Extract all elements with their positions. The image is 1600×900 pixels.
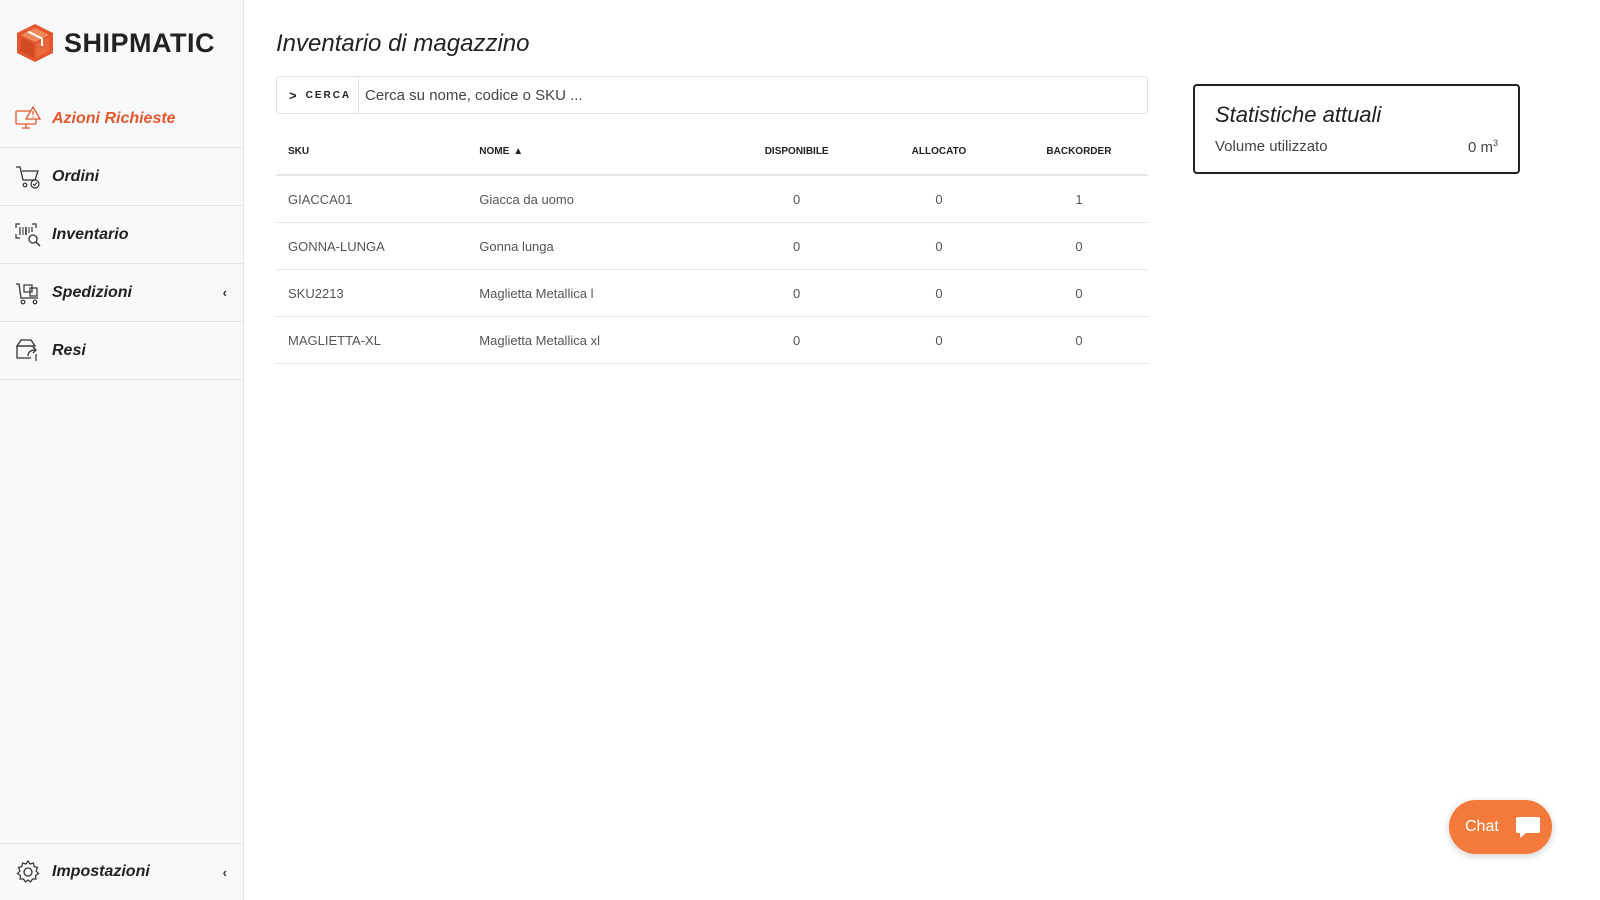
inventory-table: SKU NOME ▲ DISPONIBILE ALLOCATO BACKORDER…	[276, 128, 1148, 364]
sidebar-item-label: Impostazioni	[52, 863, 150, 880]
column-header-disponibile[interactable]: DISPONIBILE	[725, 128, 869, 176]
cell-disponibile: 0	[725, 175, 869, 223]
sidebar-item-label: Inventario	[52, 225, 129, 243]
cell-sku: MAGLIETTA-XL	[276, 316, 468, 364]
volume-value: 0 m3	[1467, 138, 1498, 156]
cell-allocato: 0	[868, 269, 1010, 317]
cell-disponibile: 0	[725, 269, 869, 317]
stats-volume-row: Volume utilizzato 0 m3	[1215, 138, 1498, 156]
search-button[interactable]: > CERCA	[277, 77, 359, 113]
box-logo-icon	[17, 24, 53, 62]
cell-allocato: 0	[868, 175, 1010, 223]
stats-card: Statistiche attuali Volume utilizzato 0 …	[1193, 84, 1520, 174]
search-button-label: CERCA	[305, 89, 352, 101]
cell-sku: GIACCA01	[276, 175, 468, 223]
shipmatic-logo[interactable]: SHIPMATIC	[14, 22, 215, 64]
cell-disponibile: 0	[725, 316, 869, 364]
table-row[interactable]: GONNA-LUNGA Gonna lunga 0 0 0	[276, 222, 1148, 270]
table-row[interactable]: MAGLIETTA-XL Maglietta Metallica xl 0 0 …	[276, 316, 1148, 364]
chevron-left-icon[interactable]: ‹	[223, 865, 227, 880]
sidebar-item-inventario[interactable]: Inventario	[0, 206, 243, 264]
cell-backorder: 0	[1009, 222, 1148, 270]
cell-disponibile: 0	[725, 222, 869, 270]
cart-icon	[16, 165, 40, 189]
search-bar: > CERCA	[276, 76, 1148, 114]
sidebar-item-label: Resi	[52, 341, 86, 359]
sidebar-item-label: Spedizioni	[52, 283, 132, 301]
chat-button[interactable]: Chat	[1449, 800, 1552, 854]
cell-sku: GONNA-LUNGA	[276, 222, 468, 270]
gear-icon	[16, 859, 40, 883]
barcode-search-icon	[15, 222, 41, 247]
sidebar-footer: Impostazioni ‹	[0, 843, 243, 900]
cell-nome: Maglietta Metallica l	[467, 269, 726, 317]
column-header-allocato[interactable]: ALLOCATO	[868, 128, 1010, 176]
cell-backorder: 1	[1009, 175, 1148, 223]
cell-sku: SKU2213	[276, 269, 468, 317]
table-row[interactable]: SKU2213 Maglietta Metallica l 0 0 0	[276, 269, 1148, 317]
sort-ascending-icon: ▲	[513, 145, 524, 157]
return-box-icon	[15, 338, 37, 361]
sidebar-item-resi[interactable]: Resi	[0, 322, 243, 380]
chat-bubble-icon	[1516, 817, 1540, 838]
column-header-backorder[interactable]: BACKORDER	[1009, 128, 1148, 176]
sidebar: SHIPMATIC Azioni Richieste Ordini Invent…	[0, 0, 244, 900]
sidebar-item-impostazioni[interactable]: Impostazioni ‹	[0, 844, 243, 900]
sidebar-nav: Azioni Richieste Ordini Inventario Spedi…	[0, 90, 243, 380]
alert-monitor-icon	[15, 105, 42, 129]
brand-name: SHIPMATIC	[64, 27, 215, 58]
chat-label: Chat	[1465, 818, 1499, 835]
cell-backorder: 0	[1009, 269, 1148, 317]
column-header-nome[interactable]: NOME ▲	[467, 128, 726, 176]
sidebar-item-label: Ordini	[52, 167, 100, 185]
cell-nome: Gonna lunga	[467, 222, 726, 270]
table-header-row: SKU NOME ▲ DISPONIBILE ALLOCATO BACKORDER	[276, 128, 1148, 176]
cell-allocato: 0	[868, 222, 1010, 270]
cell-allocato: 0	[868, 316, 1010, 364]
cell-nome: Giacca da uomo	[467, 175, 726, 223]
table-row[interactable]: GIACCA01 Giacca da uomo 0 0 1	[276, 175, 1148, 223]
search-input[interactable]	[359, 76, 1147, 114]
chevron-left-icon[interactable]: ‹	[223, 285, 227, 300]
stats-title: Statistiche attuali	[1215, 102, 1382, 127]
cart-box-icon	[16, 282, 38, 304]
sidebar-item-label: Azioni Richieste	[52, 109, 176, 127]
volume-label: Volume utilizzato	[1215, 138, 1328, 155]
cell-backorder: 0	[1009, 316, 1148, 364]
sidebar-item-ordini[interactable]: Ordini	[0, 148, 243, 206]
sidebar-item-azioni-richieste[interactable]: Azioni Richieste	[0, 90, 243, 148]
chevron-right-icon: >	[289, 87, 297, 103]
column-header-sku[interactable]: SKU	[276, 128, 468, 176]
sidebar-item-spedizioni[interactable]: Spedizioni ‹	[0, 264, 243, 322]
page-title: Inventario di magazzino	[276, 30, 530, 57]
cell-nome: Maglietta Metallica xl	[467, 316, 726, 364]
